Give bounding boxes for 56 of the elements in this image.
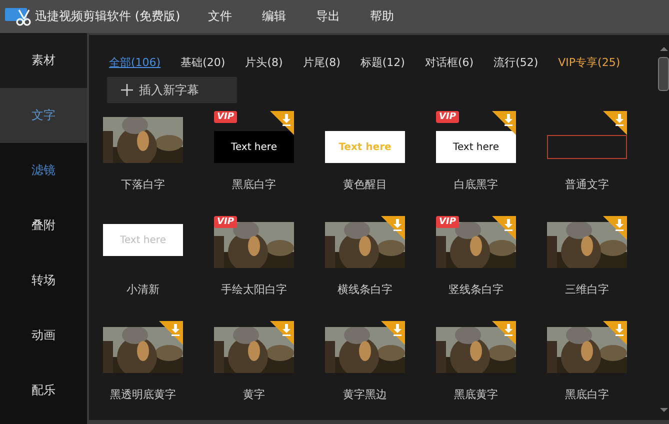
- sidebar-item[interactable]: 素材: [0, 33, 87, 88]
- category-tab[interactable]: 标题(12): [354, 51, 411, 75]
- scissors-film-icon: [5, 6, 31, 26]
- template-label[interactable]: 黑底白字: [232, 177, 276, 192]
- category-tab[interactable]: 流行(52): [488, 51, 544, 75]
- template-label[interactable]: 竖线条白字: [448, 282, 504, 297]
- text-preview: Text here: [103, 224, 183, 256]
- menu-item[interactable]: 帮助: [370, 8, 394, 25]
- scrollbar[interactable]: [658, 35, 669, 420]
- window-title: 迅捷视频剪辑软件 (免费版): [35, 8, 180, 25]
- download-icon[interactable]: [603, 216, 627, 240]
- vip-badge: VIP: [436, 111, 459, 123]
- download-icon[interactable]: [603, 111, 627, 135]
- download-icon[interactable]: [270, 321, 294, 345]
- template-label[interactable]: 黑底黄字: [454, 387, 498, 402]
- download-icon[interactable]: [492, 111, 516, 135]
- sidebar-item[interactable]: 文字: [0, 88, 87, 143]
- vip-badge: VIP: [214, 216, 237, 228]
- category-tab[interactable]: 片头(8): [239, 51, 289, 75]
- menu-item[interactable]: 编辑: [262, 8, 286, 25]
- template-label[interactable]: 白底黑字: [454, 177, 498, 192]
- category-tab[interactable]: 片尾(8): [296, 51, 346, 75]
- template-label[interactable]: 普通文字: [565, 177, 609, 192]
- download-icon[interactable]: [492, 321, 516, 345]
- menu-item[interactable]: 文件: [208, 8, 232, 25]
- scroll-thumb[interactable]: [658, 57, 669, 91]
- download-icon[interactable]: [159, 321, 183, 345]
- text-preview: Text here: [214, 131, 294, 163]
- template-label[interactable]: 小清新: [126, 282, 160, 297]
- category-tab[interactable]: 对话框(6): [418, 51, 480, 75]
- category-tab[interactable]: 全部(106): [103, 51, 167, 75]
- template-label[interactable]: 黑透明底黄字: [110, 387, 176, 402]
- vip-badge: VIP: [436, 216, 459, 228]
- scroll-up-icon[interactable]: [658, 45, 668, 53]
- template-label[interactable]: 黄色醒目: [343, 177, 387, 192]
- template-label[interactable]: 三维白字: [565, 282, 609, 297]
- plus-icon: [121, 84, 133, 96]
- download-icon[interactable]: [381, 216, 405, 240]
- template-label[interactable]: 黑底白字: [565, 387, 609, 402]
- text-preview: Text here: [436, 131, 516, 163]
- text-preview: Text here: [325, 131, 405, 163]
- download-icon[interactable]: [603, 321, 627, 345]
- template-label[interactable]: 下落白字: [121, 177, 165, 192]
- template-label[interactable]: 黄字黑边: [343, 387, 387, 402]
- category-tab[interactable]: 基础(20): [174, 51, 232, 75]
- scroll-down-icon[interactable]: [658, 406, 668, 414]
- download-icon[interactable]: [381, 321, 405, 345]
- template-label[interactable]: 黄字: [243, 387, 265, 402]
- insert-caption-button[interactable]: 插入新字幕: [107, 77, 237, 103]
- download-icon[interactable]: [492, 216, 516, 240]
- download-icon[interactable]: [270, 111, 294, 135]
- template-label[interactable]: 横线条白字: [338, 282, 392, 297]
- category-tab[interactable]: VIP专享(25): [552, 51, 626, 75]
- template-label[interactable]: 手绘太阳白字: [221, 282, 287, 297]
- vip-badge: VIP: [214, 111, 237, 123]
- menu-item[interactable]: 导出: [316, 8, 340, 25]
